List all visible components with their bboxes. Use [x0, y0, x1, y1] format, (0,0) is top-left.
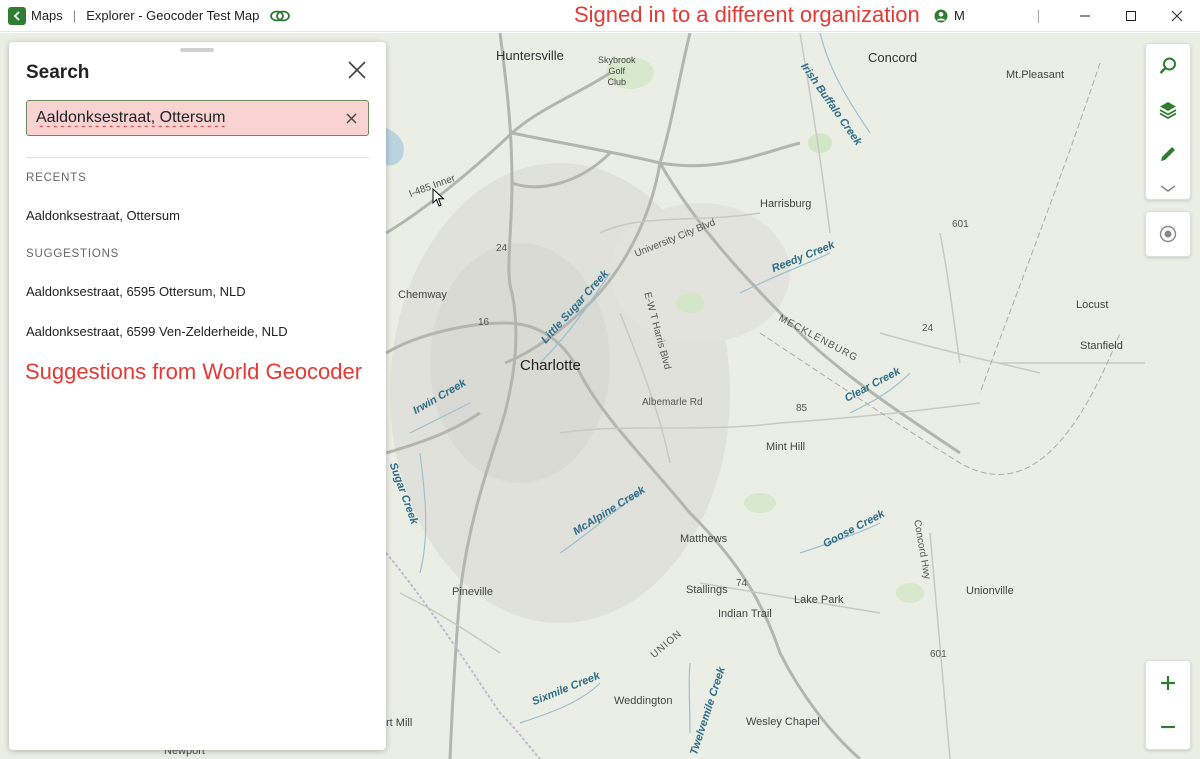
my-location-button[interactable] — [1146, 212, 1190, 256]
plus-icon — [1161, 676, 1175, 690]
close-icon — [348, 61, 366, 79]
map-label-route-74: 74 — [736, 578, 748, 589]
map-label-harrisburg: Harrisburg — [760, 198, 812, 210]
map-label-skybrook: Skybrook Golf Club — [598, 55, 636, 87]
user-icon[interactable] — [934, 9, 948, 23]
search-input[interactable] — [27, 101, 337, 135]
app-name: Maps — [31, 8, 63, 23]
minimize-icon — [1080, 15, 1090, 17]
map-label-charlotte: Charlotte — [520, 357, 581, 374]
map-label-concord: Concord — [868, 50, 918, 65]
search-icon — [1159, 57, 1176, 74]
suggestion-item[interactable]: Aaldonksestraat, 6599 Ven-Zelderheide, N… — [26, 324, 288, 339]
map-label-unionville: Unionville — [966, 585, 1014, 597]
maximize-icon — [1126, 11, 1136, 21]
chevron-left-icon — [13, 10, 20, 21]
location-icon — [1159, 225, 1177, 243]
minimize-button[interactable] — [1062, 0, 1108, 32]
panel-title: Search — [26, 62, 90, 83]
minus-icon — [1161, 725, 1175, 729]
clear-icon — [346, 113, 356, 123]
map-label-wesley-chapel: Wesley Chapel — [746, 716, 820, 728]
map-label-huntersville: Huntersville — [496, 48, 564, 63]
user-initial[interactable]: M — [954, 8, 965, 23]
map-label-route-24: 24 — [496, 243, 508, 254]
location-toolbar — [1145, 211, 1191, 257]
expand-tools-button[interactable] — [1146, 176, 1190, 201]
zoom-in-button[interactable] — [1146, 661, 1190, 705]
suggestions-label: SUGGESTIONS — [26, 248, 120, 260]
layers-tool-button[interactable] — [1146, 88, 1190, 132]
title-divider — [1038, 10, 1039, 23]
title-separator: | — [72, 8, 77, 23]
map-label-route-24b: 24 — [922, 323, 934, 334]
panel-grabber[interactable] — [180, 48, 214, 52]
map-label-mint-hill: Mint Hill — [766, 441, 806, 453]
search-tool-button[interactable] — [1146, 44, 1190, 88]
sketch-tool-button[interactable] — [1146, 132, 1190, 176]
zoom-toolbar — [1145, 660, 1191, 750]
search-box[interactable] — [26, 100, 369, 136]
map-label-route-601: 601 — [952, 219, 969, 230]
map-label-lake-park: Lake Park — [794, 594, 844, 606]
zoom-out-button[interactable] — [1146, 705, 1190, 749]
map-toolbar — [1145, 43, 1191, 200]
link-icon[interactable] — [269, 8, 291, 24]
recents-label: RECENTS — [26, 172, 87, 184]
recent-item[interactable]: Aaldonksestraat, Ottersum — [26, 208, 180, 223]
search-panel: Search RECENTS Aaldonksestraat, Ottersum… — [9, 42, 386, 750]
suggestions-annotation: Suggestions from World Geocoder — [25, 359, 363, 384]
map-label-locust: Locust — [1076, 299, 1109, 311]
map-label-albemarle-rd: Albemarle Rd — [642, 397, 703, 408]
map-label-route-16: 16 — [478, 317, 490, 328]
map-label-weddington: Weddington — [614, 695, 673, 707]
map-label-matthews: Matthews — [680, 533, 728, 545]
layers-icon — [1159, 102, 1177, 120]
close-panel-button[interactable] — [345, 58, 369, 82]
map-label-pineville: Pineville — [452, 586, 493, 598]
map-title: Explorer - Geocoder Test Map — [86, 8, 260, 23]
map-label-mill: rt Mill — [386, 717, 413, 729]
close-icon — [1171, 10, 1183, 22]
mouse-cursor-icon — [432, 188, 445, 207]
back-button[interactable] — [8, 6, 26, 25]
close-window-button[interactable] — [1154, 0, 1200, 32]
map-label-route-601b: 601 — [930, 649, 947, 660]
map-label-route-85: 85 — [796, 403, 808, 414]
panel-divider — [26, 157, 369, 158]
map-label-chemway: Chemway — [398, 289, 447, 301]
map-label-stallings: Stallings — [686, 584, 728, 596]
chevron-down-icon — [1160, 184, 1176, 192]
suggestion-item[interactable]: Aaldonksestraat, 6595 Ottersum, NLD — [26, 284, 246, 299]
organization-annotation: Signed in to a different organization — [574, 2, 920, 27]
maximize-button[interactable] — [1108, 0, 1154, 32]
map-label-mt-pleasant: Mt.Pleasant — [1006, 69, 1065, 81]
map-label-stanfield: Stanfield — [1080, 340, 1123, 352]
clear-search-button[interactable] — [343, 110, 359, 126]
map-label-indian-trail: Indian Trail — [718, 608, 772, 620]
pencil-icon — [1161, 147, 1175, 161]
